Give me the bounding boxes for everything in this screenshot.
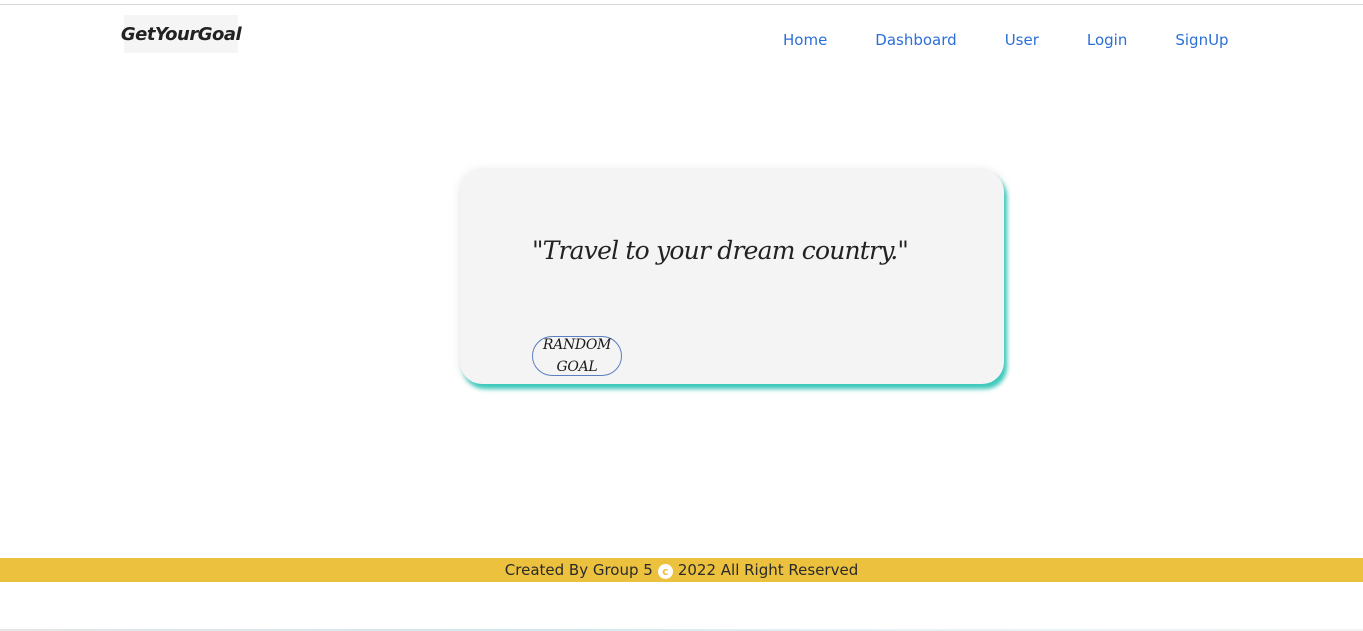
random-goal-button-line-2: GOAL bbox=[556, 359, 598, 375]
random-goal-button[interactable]: RANDOM GOAL bbox=[532, 336, 622, 376]
footer: Created By Group 5 c 2022 All Right Rese… bbox=[0, 558, 1363, 582]
nav-link-home[interactable]: Home bbox=[783, 31, 827, 49]
random-goal-button-line-1: RANDOM bbox=[542, 337, 612, 353]
nav-links: Home Dashboard User Login SignUp bbox=[783, 31, 1229, 49]
nav-link-dashboard[interactable]: Dashboard bbox=[875, 31, 956, 49]
navbar: GetYourGoal Home Dashboard User Login Si… bbox=[0, 5, 1363, 75]
footer-text-before: Created By Group 5 bbox=[504, 561, 653, 579]
copyright-icon: c bbox=[657, 563, 673, 579]
brand-logo[interactable]: GetYourGoal bbox=[121, 15, 242, 53]
nav-link-user[interactable]: User bbox=[1005, 31, 1039, 49]
nav-link-signup[interactable]: SignUp bbox=[1175, 31, 1228, 49]
goal-quote: "Travel to your dream country." bbox=[531, 236, 909, 265]
nav-link-login[interactable]: Login bbox=[1087, 31, 1127, 49]
goal-card: "Travel to your dream country." RANDOM G… bbox=[460, 170, 1004, 384]
footer-text-after: 2022 All Right Reserved bbox=[677, 561, 859, 579]
